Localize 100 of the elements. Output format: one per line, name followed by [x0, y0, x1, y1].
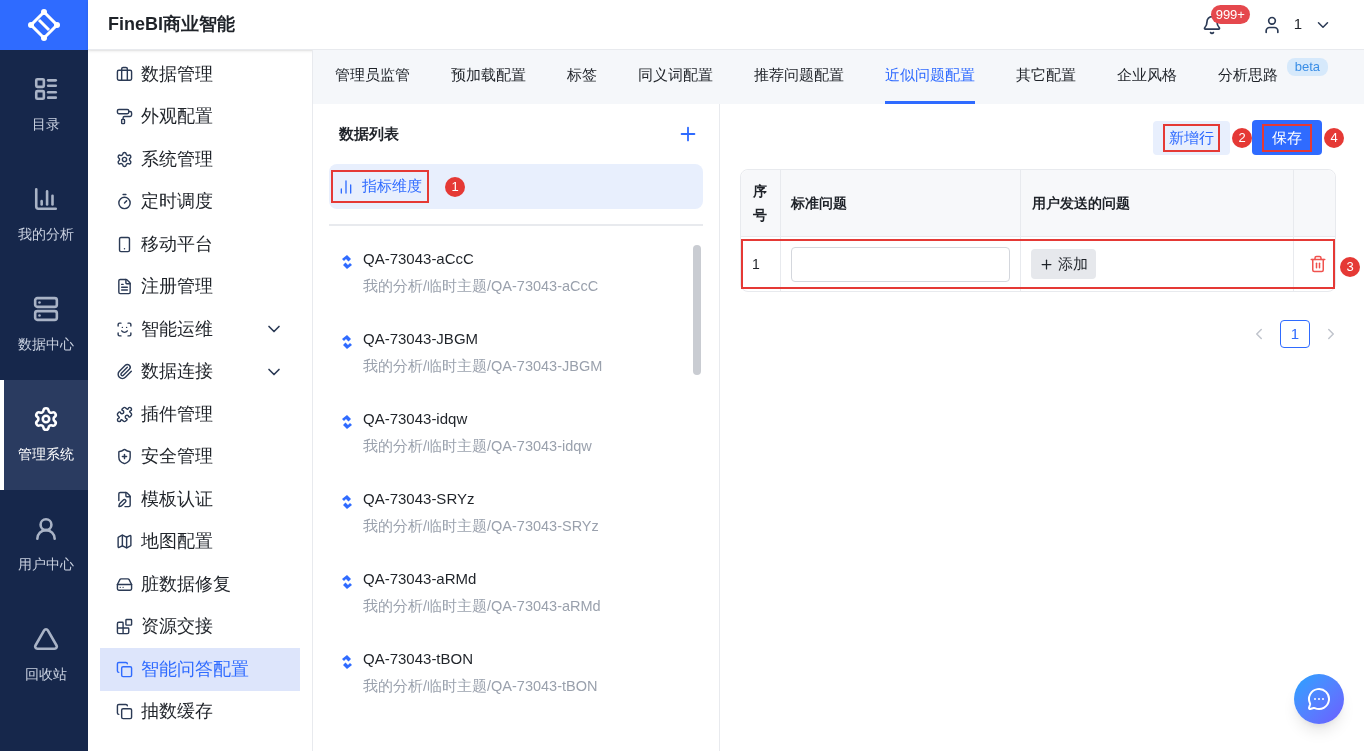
nav-item[interactable]: 我的分析 — [0, 160, 88, 270]
dataset-name: QA-73043-aRMd — [363, 569, 478, 589]
briefcase-icon — [116, 65, 133, 83]
menu-label: 智能运维 — [141, 317, 214, 341]
app-title: FineBI商业智能 — [108, 13, 235, 36]
menu-label: 数据管理 — [141, 62, 214, 86]
notification-badge: 999+ — [1210, 4, 1250, 24]
nav-item[interactable]: 数据中心 — [0, 270, 88, 380]
dataset-path: 我的分析/临时主题/QA-73043-tBON — [363, 676, 598, 696]
beta-badge: beta — [1286, 58, 1328, 76]
dataset-name: QA-73043-aCcC — [363, 249, 475, 269]
menu-item[interactable]: 模板认证 — [100, 478, 300, 521]
nav-label: 用户中心 — [18, 554, 74, 574]
logo-icon — [27, 8, 61, 42]
menu-label: 系统管理 — [141, 147, 214, 171]
menu-item[interactable]: 数据连接 — [100, 350, 300, 393]
nav-item[interactable]: 用户中心 — [0, 490, 88, 600]
chart-icon — [33, 185, 59, 212]
menu-label: 数据连接 — [141, 360, 214, 384]
dataset-item[interactable]: QA-73043-JBGM 我的分析/临时主题/QA-73043-JBGM — [339, 328, 703, 408]
file-edit-icon — [116, 490, 133, 508]
nav-label: 数据中心 — [18, 334, 74, 354]
chart-icon — [338, 178, 354, 195]
callout-badge: 1 — [445, 176, 465, 197]
user-icon — [33, 515, 59, 542]
dataset-path: 我的分析/临时主题/QA-73043-JBGM — [363, 356, 603, 376]
drive-icon — [116, 575, 133, 593]
menu-label: 外观配置 — [141, 105, 214, 129]
document-icon — [116, 278, 133, 296]
column-header: 标准问题 — [781, 170, 1021, 236]
plus-icon — [1039, 256, 1054, 272]
callout-badge: 4 — [1324, 127, 1344, 148]
menu-label: 脏数据修复 — [141, 572, 232, 596]
dataset-path: 我的分析/临时主题/QA-73043-SRYz — [363, 516, 599, 536]
nav-item[interactable]: 目录 — [0, 50, 88, 160]
dataset-item[interactable]: QA-73043-SRYz 我的分析/临时主题/QA-73043-SRYz — [339, 488, 703, 568]
tab[interactable]: 预加载配置 — [451, 50, 526, 104]
add-row-button[interactable]: 新增行 — [1153, 120, 1230, 155]
menu-item[interactable]: 智能运维 — [100, 308, 300, 351]
nav-label: 目录 — [32, 114, 60, 134]
nav-label: 管理系统 — [18, 444, 74, 464]
column-header: 用户发送的问题 — [1021, 170, 1294, 236]
menu-item[interactable]: 资源交接 — [100, 605, 300, 648]
menu-item[interactable]: 脏数据修复 — [100, 563, 300, 606]
dataset-item[interactable]: QA-73043-aCcC 我的分析/临时主题/QA-73043-aCcC — [339, 248, 703, 328]
dataset-item[interactable]: QA-73043-tBON 我的分析/临时主题/QA-73043-tBON — [339, 648, 703, 728]
menu-label: 安全管理 — [141, 445, 214, 469]
menu-item[interactable]: 系统管理 — [100, 138, 300, 181]
dataset-item[interactable]: QA-73043-aRMd 我的分析/临时主题/QA-73043-aRMd — [339, 568, 703, 648]
nav-item[interactable]: 回收站 — [0, 600, 88, 710]
tab[interactable]: 其它配置 — [1016, 50, 1076, 104]
menu-item[interactable]: 抽数缓存 — [100, 690, 300, 733]
user-name[interactable]: 1 — [1293, 13, 1302, 36]
page-button[interactable]: 1 — [1280, 320, 1310, 348]
menu-label: 插件管理 — [141, 402, 214, 426]
timer-icon — [116, 193, 133, 211]
tab[interactable]: 同义词配置 — [638, 50, 713, 104]
row-index: 1 — [741, 237, 781, 291]
menu-label: 智能问答配置 — [141, 657, 250, 681]
tab[interactable]: 企业风格 — [1117, 50, 1177, 104]
category-item[interactable]: 指标维度 1 — [329, 164, 703, 209]
tab[interactable]: 管理员监管 — [335, 50, 410, 104]
puzzle-icon — [116, 405, 133, 423]
menu-item[interactable]: 地图配置 — [100, 520, 300, 563]
dataset-path: 我的分析/临时主题/QA-73043-aCcC — [363, 276, 599, 296]
dataset-name: QA-73043-SRYz — [363, 489, 476, 509]
tab[interactable]: 标签 — [567, 50, 597, 104]
nav-label: 我的分析 — [18, 224, 74, 244]
map-icon — [116, 533, 133, 551]
tab[interactable]: 推荐问题配置 — [754, 50, 844, 104]
menu-item[interactable]: 安全管理 — [100, 435, 300, 478]
menu-label: 地图配置 — [141, 530, 214, 554]
save-button[interactable]: 保存 — [1252, 120, 1322, 155]
delete-icon[interactable] — [1309, 255, 1327, 273]
paperclip-icon — [116, 363, 133, 381]
menu-item[interactable]: 注册管理 — [100, 265, 300, 308]
paint-roller-icon — [116, 108, 133, 126]
dataset-item[interactable]: QA-73043-idqw 我的分析/临时主题/QA-73043-idqw — [339, 408, 703, 488]
add-question-button[interactable]: 添加 — [1031, 249, 1096, 279]
question-input[interactable] — [791, 246, 1010, 282]
menu-label: 移动平台 — [141, 232, 214, 256]
menu-item[interactable]: 插件管理 — [100, 393, 300, 436]
chat-assistant-button[interactable] — [1294, 674, 1344, 724]
blocks-icon — [116, 618, 133, 636]
menu-label: 定时调度 — [141, 190, 214, 214]
menu-item[interactable]: 定时调度 — [100, 180, 300, 223]
dataset-path: 我的分析/临时主题/QA-73043-idqw — [363, 436, 592, 456]
menu-item[interactable]: 智能问答配置 — [100, 648, 300, 691]
chat-icon — [1307, 687, 1331, 711]
nav-item[interactable]: 管理系统 — [0, 380, 88, 490]
menu-item[interactable]: 移动平台 — [100, 223, 300, 266]
triangle-icon — [33, 625, 59, 652]
menu-item[interactable]: 数据管理 — [100, 53, 300, 96]
app-logo[interactable] — [0, 0, 88, 50]
callout-badge: 3 — [1340, 256, 1360, 277]
face-scan-icon — [116, 320, 133, 338]
settings-icon — [33, 405, 59, 432]
scrollbar[interactable] — [693, 245, 701, 375]
menu-item[interactable]: 外观配置 — [100, 95, 300, 138]
dataset-name: QA-73043-tBON — [363, 649, 475, 669]
